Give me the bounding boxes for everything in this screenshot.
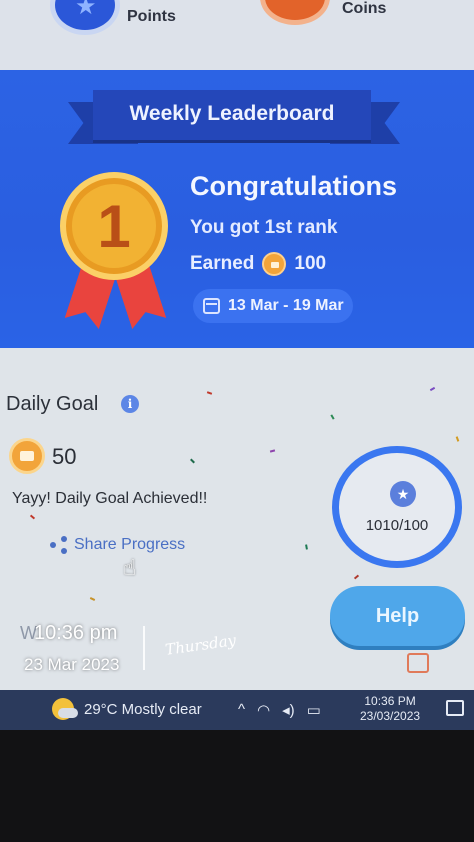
goal-progress-ring: ★ 1010/100 [332,446,462,568]
date-range: 13 Mar - 19 Mar [228,297,344,314]
confetti [89,597,96,601]
speaker-icon[interactable]: ◂) [282,701,295,719]
calendar-icon [203,298,220,314]
share-icon [50,536,68,554]
monitor-bezel [0,730,474,842]
daily-goal-points: 50 [52,444,77,469]
clock-time: 10:36 PM [364,694,416,708]
date-range-pill: 13 Mar - 19 Mar [193,289,353,323]
share-progress-link[interactable]: Share Progress [50,536,185,554]
photo-timestamp-date: 23 Mar 2023 [24,655,120,674]
congratulations-heading: Congratulations [190,171,397,201]
weather-icon[interactable] [52,698,78,720]
info-icon[interactable]: i [121,395,139,413]
app-screen: ★ Points Coins Weekly Leaderboard 1 Cong… [0,0,474,690]
confetti [353,574,360,580]
points-label[interactable]: Points [127,8,176,26]
help-button[interactable]: Help [330,586,465,646]
leaderboard-banner: Weekly Leaderboard 1 Congratulations You… [0,70,474,348]
calendar-icon[interactable] [407,653,429,673]
confetti [190,458,195,464]
star-icon: ★ [75,0,97,20]
star-badge-icon: ★ [390,481,416,507]
earned-value: 100 [294,253,327,274]
medal-number: 1 [97,193,131,260]
daily-goal-title: Daily Goal [6,393,99,415]
clock[interactable]: 10:36 PM 23/03/2023 [360,694,420,724]
confetti [29,514,36,520]
windows-taskbar: 29°C Mostly clear ^ ◠ ◂) ▭ 10:36 PM 23/0… [0,690,474,730]
confetti [455,436,460,442]
rank-text: You got 1st rank [190,217,338,238]
photo-timestamp-time: 10:36 pm [34,622,118,644]
goal-status-text: Yayy! Daily Goal Achieved!! [12,490,208,507]
ribbon: Weekly Leaderboard [93,90,371,140]
battery-icon[interactable]: ▭ [307,701,321,719]
weather-text[interactable]: 29°C Mostly clear [84,701,202,718]
timestamp-divider [143,626,145,670]
gold-medal-icon: 1 [60,172,168,280]
clock-date: 23/03/2023 [360,709,421,723]
confetti [305,544,308,550]
goal-progress-text: 1010/100 [365,517,429,534]
confetti [330,414,335,420]
wifi-icon[interactable]: ◠ [257,701,270,719]
share-progress-label: Share Progress [74,536,186,553]
confetti [206,391,213,395]
coins-icon[interactable] [260,0,330,25]
top-navigation: ★ Points Coins [0,0,474,70]
points-icon[interactable]: ★ [50,0,120,35]
confetti [269,449,276,453]
system-tray: ^ ◠ ◂) ▭ [238,701,321,719]
earned-label: Earned [190,253,255,274]
coins-label[interactable]: Coins [342,0,386,18]
confetti [429,386,436,392]
notification-icon[interactable] [446,700,464,716]
ribbon-title: Weekly Leaderboard [129,102,335,125]
earned-row: Earned 100 [190,252,326,276]
coin-badge-icon [9,438,45,474]
coin-icon [262,252,287,276]
hand-cursor-icon: ☝ [123,555,137,580]
chevron-up-icon[interactable]: ^ [238,701,245,719]
